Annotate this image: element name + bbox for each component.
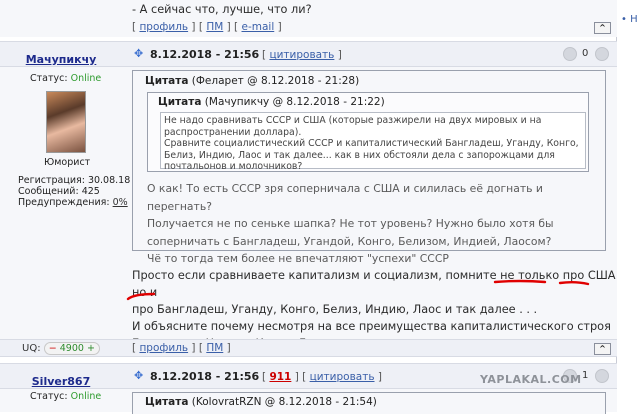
nested-quote-line: Не надо сравнивать СССР и США (которые р…	[164, 115, 542, 126]
nested-quote-line: почтальонов и молочников?	[164, 161, 303, 172]
profile-link[interactable]: профиль	[139, 21, 188, 33]
right-panel-link[interactable]: • Н	[621, 14, 638, 25]
pm-link[interactable]: ПМ	[206, 342, 223, 354]
red-underline-annotation	[126, 279, 590, 301]
post-body: Статус: Online Юморист Регистрация: 30.0…	[0, 67, 617, 350]
forum-thread: - А сейчас что, лучше, что ли? [ профиль…	[0, 0, 617, 414]
quote-meta: (KolovratRZN @ 8.12.2018 - 21:54)	[191, 396, 377, 408]
post-body: Статус: Online Цитата (KolovratRZN @ 8.1…	[0, 389, 617, 414]
post-text-line: про Бангладеш, Уганду, Конго, Белиз, Инд…	[132, 303, 538, 316]
post-text-line: И объясните почему несмотря на все преим…	[132, 320, 611, 333]
post-actions: [ профиль ] [ ПМ ]	[132, 342, 231, 354]
user-role: Юморист	[44, 157, 91, 168]
quote-line: соперничать с Бангладеш, Угандой, Конго,…	[147, 234, 552, 248]
quote-title: Цитата (KolovratRZN @ 8.12.2018 - 21:54)	[145, 396, 377, 408]
nested-quote-title: Цитата (Мачупикчу @ 8.12.2018 - 21:22)	[158, 96, 385, 108]
pin-icon[interactable]: ✥	[134, 47, 143, 60]
page: - А сейчас что, лучше, что ли? [ профиль…	[0, 0, 640, 414]
prev-post-text: - А сейчас что, лучше, что ли?	[132, 3, 312, 16]
post-date: 8.12.2018 - 21:56	[150, 370, 260, 383]
prev-post-footer: [ профиль ] [ ПМ ] [ e-mail ] ^	[0, 20, 617, 37]
warnings-line: Предупреждения: 0%	[18, 197, 128, 208]
rate-up-icon[interactable]	[595, 47, 609, 61]
nested-quote-line: распространении доллара).	[164, 126, 302, 138]
nested-quote-content: Не надо сравнивать СССР и США (которые р…	[160, 112, 586, 172]
prev-post-body: - А сейчас что, лучше, что ли?	[0, 0, 617, 20]
status-label: Статус:	[30, 391, 68, 402]
reply-count-link[interactable]: 911	[269, 371, 291, 383]
quote-meta: (Феларет @ 8.12.2018 - 21:28)	[191, 75, 360, 87]
cite-link[interactable]: цитировать	[310, 371, 375, 383]
author-name[interactable]: Silver867	[32, 375, 90, 388]
nested-quote-title-word: Цитата	[158, 96, 202, 108]
right-panel	[618, 0, 640, 412]
nested-quote-line: Белиз, Индию, Лаос и так далее... как в …	[164, 149, 555, 161]
post-date: 8.12.2018 - 21:56	[150, 48, 260, 61]
status-label: Статус:	[30, 73, 68, 84]
online-status: Online	[70, 391, 102, 402]
post-author[interactable]: Мачупикчу	[0, 48, 122, 67]
rate-down-icon[interactable]	[563, 47, 577, 61]
post-author[interactable]: Silver867	[0, 370, 122, 389]
warnings-value[interactable]: 0%	[113, 197, 128, 208]
pin-icon[interactable]: ✥	[134, 369, 143, 382]
status-line: Статус: Online	[30, 73, 101, 84]
plus-icon[interactable]: +	[87, 343, 95, 354]
avatar[interactable]	[46, 91, 86, 153]
post-rating: 0	[582, 48, 589, 59]
cite-link[interactable]: цитировать	[269, 49, 334, 61]
quote-title: Цитата (Феларет @ 8.12.2018 - 21:28)	[145, 75, 359, 87]
quote-line: Получается не по сеньке шапка? Не тот ур…	[147, 217, 554, 230]
reg-line: Регистрация: 30.08.18	[18, 175, 130, 186]
quote-line: Чё то тогда тем более не впечатляют "усп…	[147, 252, 449, 265]
nested-quote-block: Цитата (Мачупикчу @ 8.12.2018 - 21:22) Н…	[147, 92, 589, 172]
watermark: YAPLAKAL.COM	[480, 373, 582, 386]
pm-link[interactable]: ПМ	[206, 21, 223, 33]
reg-value: 30.08.18	[87, 175, 131, 186]
post-rating: 1	[582, 370, 589, 381]
messages-line: Сообщений: 425	[18, 186, 100, 197]
uq-label: UQ:	[22, 343, 41, 354]
prev-post-actions: [ профиль ] [ ПМ ] [ e-mail ]	[132, 21, 282, 33]
reg-label: Регистрация:	[18, 175, 85, 186]
post-header: Мачупикчу ✥ 8.12.2018 - 21:56 [ цитирова…	[0, 41, 617, 67]
post-footer: UQ: − 4900 + [ профиль ] [ ПМ ] ^	[0, 339, 617, 357]
messages-value: 425	[81, 186, 100, 197]
quote-block: Цитата (Феларет @ 8.12.2018 - 21:28) Цит…	[132, 70, 606, 265]
online-status: Online	[70, 73, 102, 84]
uq-block: UQ: − 4900 +	[22, 342, 100, 355]
uq-value: 4900	[59, 343, 84, 354]
post-meta-actions: [ 911 ] [ цитировать ]	[262, 371, 382, 383]
status-line: Статус: Online	[30, 391, 101, 402]
cite-action: [ цитировать ]	[262, 49, 342, 61]
nested-quote-line: Сравните социалистический СССР и капитал…	[164, 138, 579, 149]
quote-block: Цитата (KolovratRZN @ 8.12.2018 - 21:54)	[132, 392, 606, 414]
uq-badge[interactable]: − 4900 +	[43, 342, 100, 355]
nested-quote-meta: (Мачупикчу @ 8.12.2018 - 21:22)	[204, 96, 385, 108]
warnings-label: Предупреждения:	[18, 197, 110, 208]
scroll-top-button[interactable]: ^	[594, 22, 611, 34]
minus-icon[interactable]: −	[49, 343, 57, 354]
quote-content: О как! То есть СССР зря соперничала с СШ…	[147, 180, 605, 268]
scroll-top-button[interactable]: ^	[594, 343, 611, 355]
quote-title-word: Цитата	[145, 75, 189, 87]
quote-title-word: Цитата	[145, 396, 189, 408]
quote-line: О как! То есть СССР зря соперничала с СШ…	[147, 182, 543, 213]
author-name[interactable]: Мачупикчу	[26, 53, 97, 66]
profile-link[interactable]: профиль	[139, 342, 188, 354]
messages-label: Сообщений:	[18, 186, 79, 197]
rate-up-icon[interactable]	[595, 369, 609, 383]
email-link[interactable]: e-mail	[242, 21, 275, 33]
